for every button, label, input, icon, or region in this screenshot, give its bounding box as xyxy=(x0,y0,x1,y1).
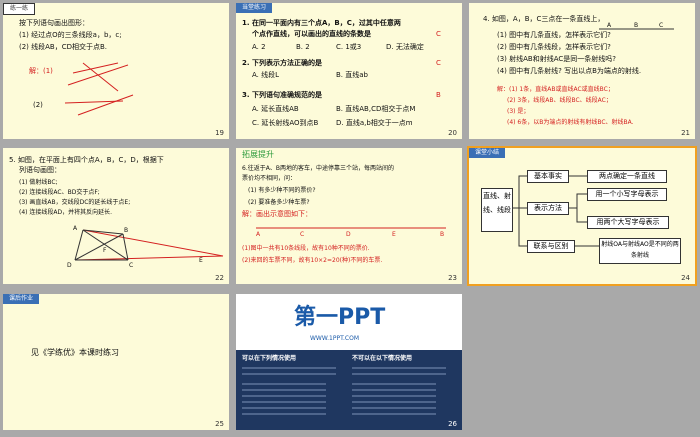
homework-text: 见《学练优》本课时练习 xyxy=(31,348,119,357)
answer: C xyxy=(436,59,441,67)
question-item: (2) 图中有几条线段，怎样表示它们? xyxy=(497,43,611,51)
info-lines xyxy=(242,367,446,415)
question-item: (1) 图中有几条直线，怎样表示它们? xyxy=(497,31,611,39)
point-label: D xyxy=(67,262,72,269)
geometry-figure xyxy=(64,62,134,116)
geometry-figure xyxy=(74,229,224,261)
slide-number: 20 xyxy=(448,129,457,137)
option: C. 延长射线AO到点B xyxy=(252,119,319,127)
answer: (1)图中一共有10条线段，故有10种不同的票价. xyxy=(242,245,370,252)
option: A. 延长直线AB xyxy=(252,105,299,113)
point-label: C xyxy=(300,231,305,238)
answer: (2) 3条，线段AB、线段BC、线段AC； xyxy=(507,97,612,104)
question: 个点作直线，可以画出的直线的条数是 xyxy=(252,30,371,38)
slide-22[interactable]: 5. 如图，在平面上有四个点A，B，C，D，根据下 列语句画图： (1) 做射线… xyxy=(3,148,229,284)
point-label: D xyxy=(346,231,351,238)
slide-20[interactable]: 当堂练习 1. 在同一平面内有三个点A，B，C，过其中任意两 个点作直线，可以画… xyxy=(236,3,462,139)
slide-tag: 当堂练习 xyxy=(236,3,273,13)
point-label: C xyxy=(129,262,134,269)
question-item: (3) 射线AB和射线AC是同一条射线吗? xyxy=(497,55,616,63)
option: D. 无法确定 xyxy=(386,43,424,51)
slide-number: 26 xyxy=(448,420,457,428)
point-label: A xyxy=(256,231,261,238)
option: A. 线段L xyxy=(252,71,280,79)
summary-connectors xyxy=(512,175,599,247)
option: D. 直线a,b相交于一点m xyxy=(336,119,413,127)
answer: C xyxy=(436,30,441,38)
point-label: B xyxy=(440,231,445,238)
point-label: A xyxy=(607,22,612,29)
answer: (4) 6条，以B为端点的射线有射线BC、射线BA. xyxy=(507,119,634,126)
question-item: (4) 图中有几条射线? 写出以点B为端点的射线. xyxy=(497,67,642,75)
answer: B xyxy=(436,91,441,99)
option: B. 2 xyxy=(296,43,310,51)
question: 1. 在同一平面内有三个点A，B，C，过其中任意两 xyxy=(242,19,401,27)
slide-19[interactable]: 练一练 按下列语句画出图形： (1) 经过点O的三条线段a，b，c; (2) 线… xyxy=(3,3,229,139)
slide-24[interactable]: 课堂小结 直线、射线、线段 基本事实 两点确定一条直线 表示方法 用一个小写字母… xyxy=(467,146,697,286)
option: A. 2 xyxy=(252,43,266,51)
slide-tag: 课后作业 xyxy=(3,294,40,304)
slide-number: 22 xyxy=(215,274,224,282)
point-label: F xyxy=(103,247,107,254)
slide-number: 25 xyxy=(215,420,224,428)
slide-21[interactable]: 4. 如图，A，B，C三点在一条直线上， A B C (1) 图中有几条直线，怎… xyxy=(469,3,695,139)
point-label: B xyxy=(124,227,129,234)
answer: (2)来回的车票不同，故有10×2=20(种)不同的车票. xyxy=(242,257,383,264)
point-label: B xyxy=(634,22,639,29)
point-label: A xyxy=(73,225,78,232)
answer: (3) 是； xyxy=(507,108,530,115)
slide-number: 24 xyxy=(681,274,690,282)
option: B. 直线ab xyxy=(336,71,368,79)
slide-number: 19 xyxy=(215,129,224,137)
point-label: E xyxy=(392,231,396,238)
slide-number: 23 xyxy=(448,274,457,282)
option: C. 1或3 xyxy=(336,43,362,51)
slide-25[interactable]: 课后作业 见《学练优》本课时练习 25 xyxy=(3,294,229,430)
point-label: E xyxy=(199,257,203,264)
slide-number: 21 xyxy=(681,129,690,137)
option: B. 直线AB,CD相交于点M xyxy=(336,105,416,113)
slide-23[interactable]: 拓展提升 6.往返于A、B两地的客车，中途停靠三个站，每两站间的 票价均不相同，… xyxy=(236,148,462,284)
question: 3. 下列语句准确规范的是 xyxy=(242,91,322,99)
question: 2. 下列表示方法正确的是 xyxy=(242,59,322,67)
point-label: C xyxy=(659,22,664,29)
slide-26[interactable]: 第一PPT WWW.1PPT.COM 可以在下列情况使用 不可以在以下情况使用 … xyxy=(236,294,462,430)
answer: 解：(1) 1条，直线AB或直线AC或直线BC； xyxy=(497,86,614,93)
